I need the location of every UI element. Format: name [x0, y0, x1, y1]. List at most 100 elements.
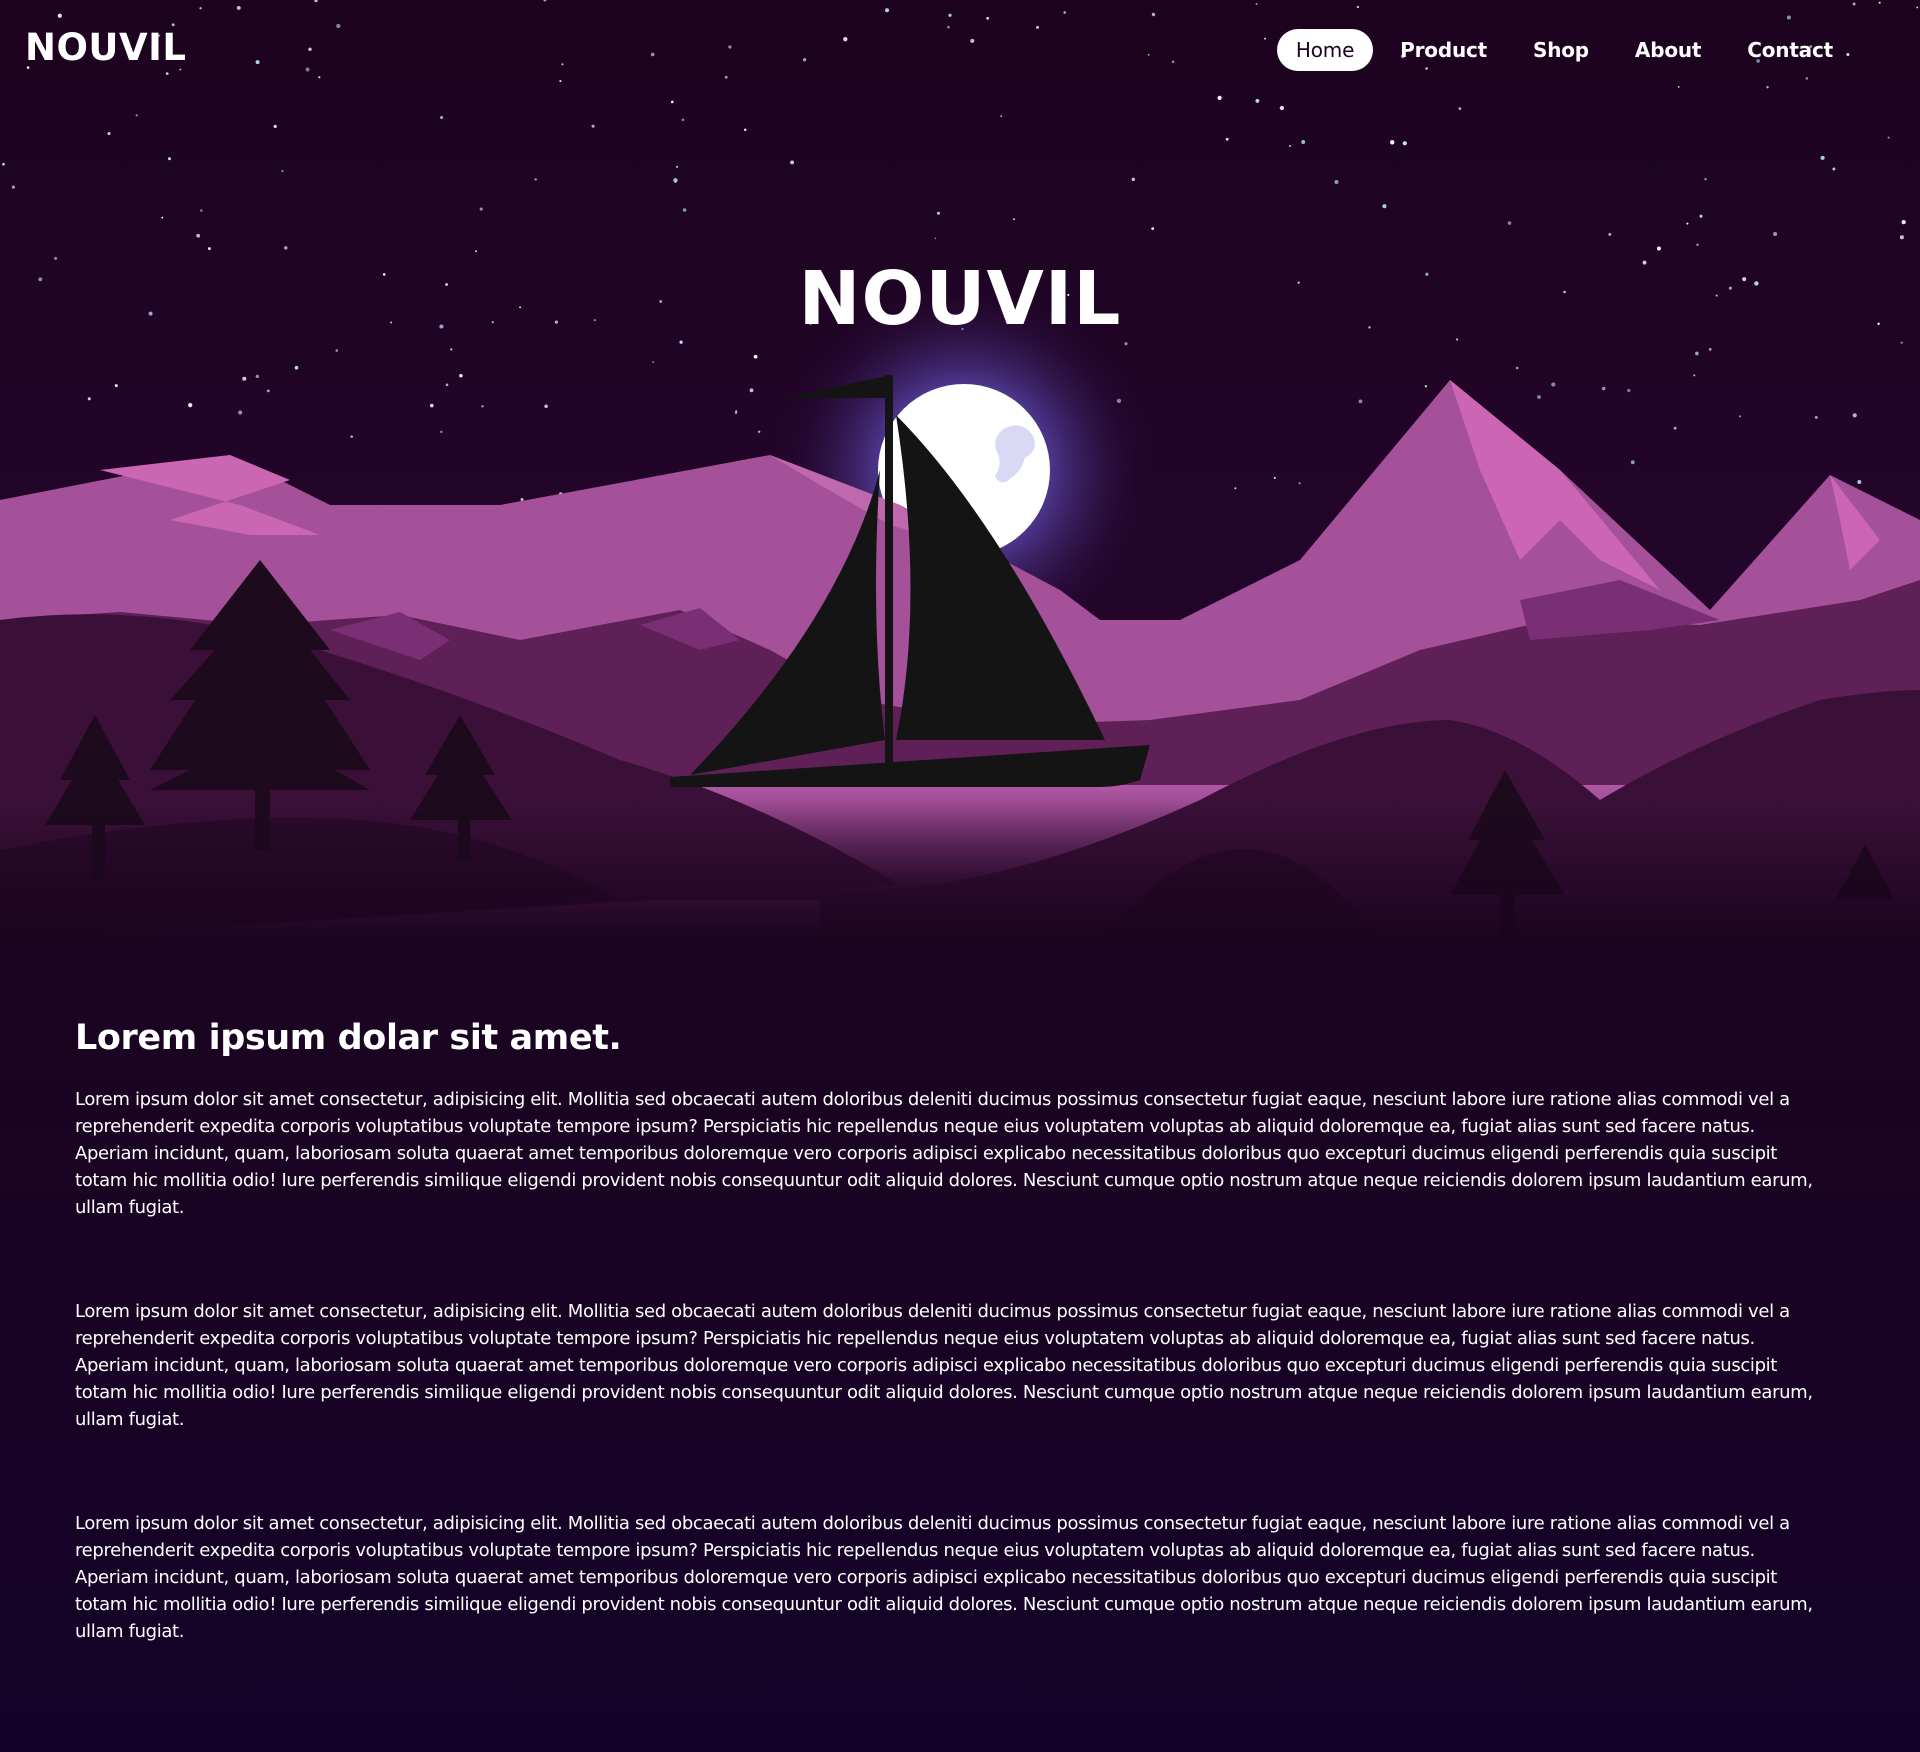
content-paragraph: Lorem ipsum dolor sit amet consectetur, … [75, 1513, 1813, 1642]
star [1234, 487, 1237, 490]
star [936, 211, 941, 215]
star [753, 354, 758, 359]
star [534, 178, 537, 181]
star [1358, 399, 1363, 404]
star [1279, 105, 1285, 111]
nav-link-contact[interactable]: Contact [1728, 29, 1852, 71]
star [440, 116, 444, 119]
content-paragraph: Lorem ipsum dolor sit amet consectetur, … [75, 1089, 1813, 1218]
star [1298, 482, 1301, 485]
star [1857, 479, 1862, 485]
navbar: NOUVIL Home Product Shop About Contact [0, 0, 1920, 100]
nav-link-shop[interactable]: Shop [1514, 29, 1608, 71]
star [430, 403, 434, 408]
star [591, 124, 595, 128]
star [1608, 232, 1612, 236]
star [242, 376, 247, 381]
star [255, 374, 259, 379]
star [520, 498, 524, 501]
star [743, 128, 747, 132]
star [168, 157, 171, 161]
star [1695, 351, 1699, 356]
star [450, 348, 453, 351]
star [294, 365, 299, 370]
star [266, 389, 270, 393]
star [1537, 395, 1541, 399]
star [200, 209, 203, 212]
star [1012, 218, 1016, 221]
star [544, 404, 548, 409]
star [440, 430, 443, 434]
star [1739, 415, 1742, 418]
star [1151, 227, 1155, 230]
star [161, 216, 164, 219]
star [1458, 107, 1462, 110]
star [445, 383, 449, 387]
logo[interactable]: NOUVIL [25, 26, 186, 69]
star [1887, 136, 1890, 139]
ground-fade [0, 800, 1920, 940]
star [87, 397, 91, 401]
star [1000, 115, 1003, 118]
star [1820, 155, 1825, 160]
star [758, 430, 761, 433]
star [1551, 382, 1556, 387]
star [284, 246, 288, 250]
star [1301, 140, 1306, 144]
star [479, 207, 483, 211]
star [1686, 222, 1689, 225]
star [207, 247, 211, 251]
star [1515, 366, 1519, 370]
nav-link-product[interactable]: Product [1381, 29, 1506, 71]
star [1693, 374, 1696, 377]
star [1627, 388, 1631, 393]
star [749, 388, 754, 393]
star [790, 160, 795, 165]
star [1334, 179, 1339, 185]
star [1124, 342, 1128, 346]
star [934, 237, 937, 240]
star [681, 118, 685, 122]
star [114, 384, 118, 388]
star [196, 233, 201, 238]
star [238, 410, 243, 415]
star [682, 208, 687, 212]
star [350, 435, 353, 438]
star [1901, 219, 1906, 225]
star [335, 349, 339, 352]
star [1899, 235, 1904, 240]
star [1601, 386, 1606, 391]
star [2, 162, 5, 166]
star [481, 405, 484, 408]
star [1699, 214, 1703, 218]
content-heading: Lorem ipsum dolar sit amet. [75, 1018, 622, 1058]
star [281, 170, 284, 173]
star [1630, 460, 1635, 465]
star [652, 361, 655, 364]
star [1288, 144, 1292, 148]
nav-link-home[interactable]: Home [1276, 29, 1374, 71]
star [1390, 140, 1395, 145]
star [734, 411, 738, 415]
content-section: Lorem ipsum dolar sit amet. Lorem ipsum … [75, 1018, 1815, 1722]
nav-links: Home Product Shop About Contact [1273, 29, 1852, 71]
star [1704, 177, 1707, 181]
star [135, 114, 138, 117]
nav-link-about[interactable]: About [1616, 29, 1720, 71]
star [273, 124, 277, 128]
star [1273, 476, 1276, 479]
content-paragraph: Lorem ipsum dolor sit amet consectetur, … [75, 1301, 1813, 1430]
star [673, 178, 678, 183]
hero-section: NOUVIL Home Product Shop About Contact N… [0, 0, 1920, 940]
star [1708, 348, 1712, 351]
star [670, 100, 674, 104]
star [1832, 167, 1836, 171]
star [1696, 243, 1699, 247]
star [1225, 137, 1229, 141]
hero-landscape-illustration [0, 0, 1920, 940]
star [675, 165, 679, 169]
star [1814, 415, 1818, 419]
star [11, 185, 16, 189]
star [188, 403, 193, 408]
star [1382, 204, 1387, 209]
